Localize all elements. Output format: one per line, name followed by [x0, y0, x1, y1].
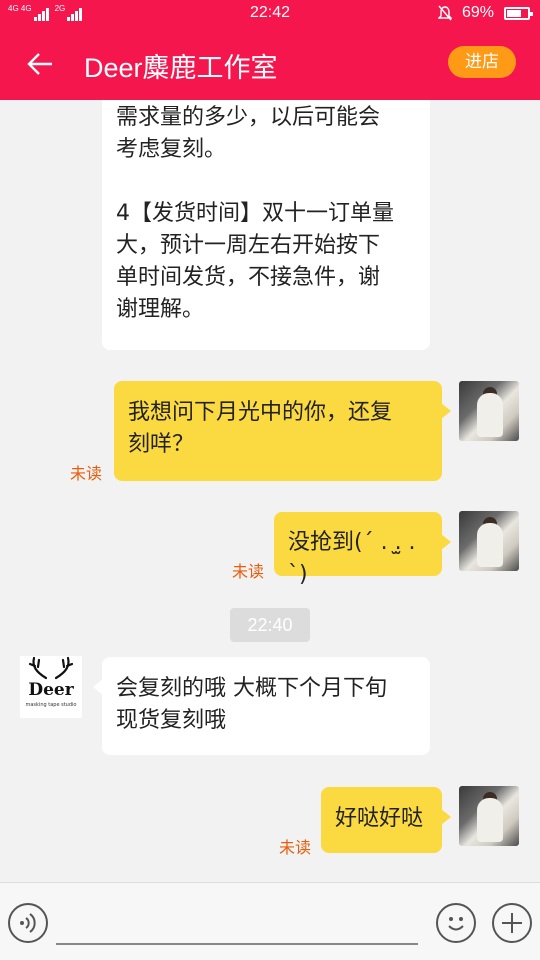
- outgoing-message-bubble[interactable]: 我想问下月光中的你，还复 刻咩？: [114, 381, 451, 481]
- mute-bell-icon: [437, 5, 452, 21]
- message-text: 好哒好哒: [335, 806, 424, 831]
- message-input[interactable]: [56, 943, 418, 945]
- outgoing-message-bubble[interactable]: 好哒好哒: [321, 787, 451, 853]
- shop-logo-subtitle: masking tape studio: [25, 702, 77, 708]
- battery-percent: 69%: [461, 4, 494, 21]
- smiley-icon: [448, 917, 464, 931]
- emoji-button[interactable]: [436, 903, 476, 943]
- message-line: 单时间发货，不接急件，谢: [116, 265, 381, 290]
- message-line: 大，预计一周左右开始按下: [116, 233, 381, 258]
- shop-avatar[interactable]: Deer masking tape studio: [20, 656, 82, 718]
- message-line: 考虑复刻。: [116, 137, 227, 162]
- unread-status: 未读: [279, 838, 312, 857]
- user-avatar[interactable]: [459, 381, 519, 441]
- chat-header: Deer麋鹿工作室 进店: [0, 28, 540, 100]
- page-title: Deer麋鹿工作室: [84, 53, 278, 83]
- voice-icon: [20, 913, 36, 933]
- status-bar: 4G 4G 2G 22:42 69%: [0, 0, 540, 28]
- message-line: 谢理解。: [116, 297, 205, 322]
- battery-icon: [504, 6, 533, 20]
- outgoing-message-bubble[interactable]: 没抢到(´ . .̫ . `): [274, 512, 451, 587]
- user-avatar[interactable]: [459, 786, 519, 846]
- back-arrow-icon[interactable]: [24, 46, 60, 82]
- plus-icon: [502, 913, 522, 933]
- input-bar: [0, 882, 540, 960]
- message-line: 需求量的多少，以后可能会: [116, 105, 381, 130]
- antler-logo-icon: [28, 656, 74, 680]
- message-line: 刻咩？: [128, 432, 195, 457]
- incoming-message-bubble[interactable]: 会复刻的哦 大概下个月下旬 现货复刻哦: [93, 657, 430, 755]
- message-list[interactable]: 需求量的多少，以后可能会 考虑复刻。 4【发货时间】双十一订单量 大，预计一周左…: [0, 100, 540, 882]
- voice-input-button[interactable]: [8, 903, 48, 943]
- unread-status: 未读: [70, 464, 103, 483]
- message-text: 没抢到(´ . .̫ . `): [288, 530, 416, 587]
- user-avatar[interactable]: [459, 511, 519, 571]
- message-line: 4【发货时间】双十一订单量: [116, 201, 394, 226]
- message-line: [116, 166, 416, 198]
- unread-status: 未读: [232, 562, 265, 581]
- timestamp-chip: 22:40: [230, 608, 310, 642]
- enter-store-button[interactable]: 进店: [448, 46, 516, 78]
- message-line: 会复刻的哦 大概下个月下旬: [116, 676, 387, 701]
- shop-logo-name: Deer: [28, 680, 74, 700]
- incoming-message-bubble[interactable]: 需求量的多少，以后可能会 考虑复刻。 4【发货时间】双十一订单量 大，预计一周左…: [102, 100, 430, 350]
- message-line: 现货复刻哦: [116, 708, 227, 733]
- message-line: 我想问下月光中的你，还复: [128, 400, 393, 425]
- more-options-button[interactable]: [492, 903, 532, 943]
